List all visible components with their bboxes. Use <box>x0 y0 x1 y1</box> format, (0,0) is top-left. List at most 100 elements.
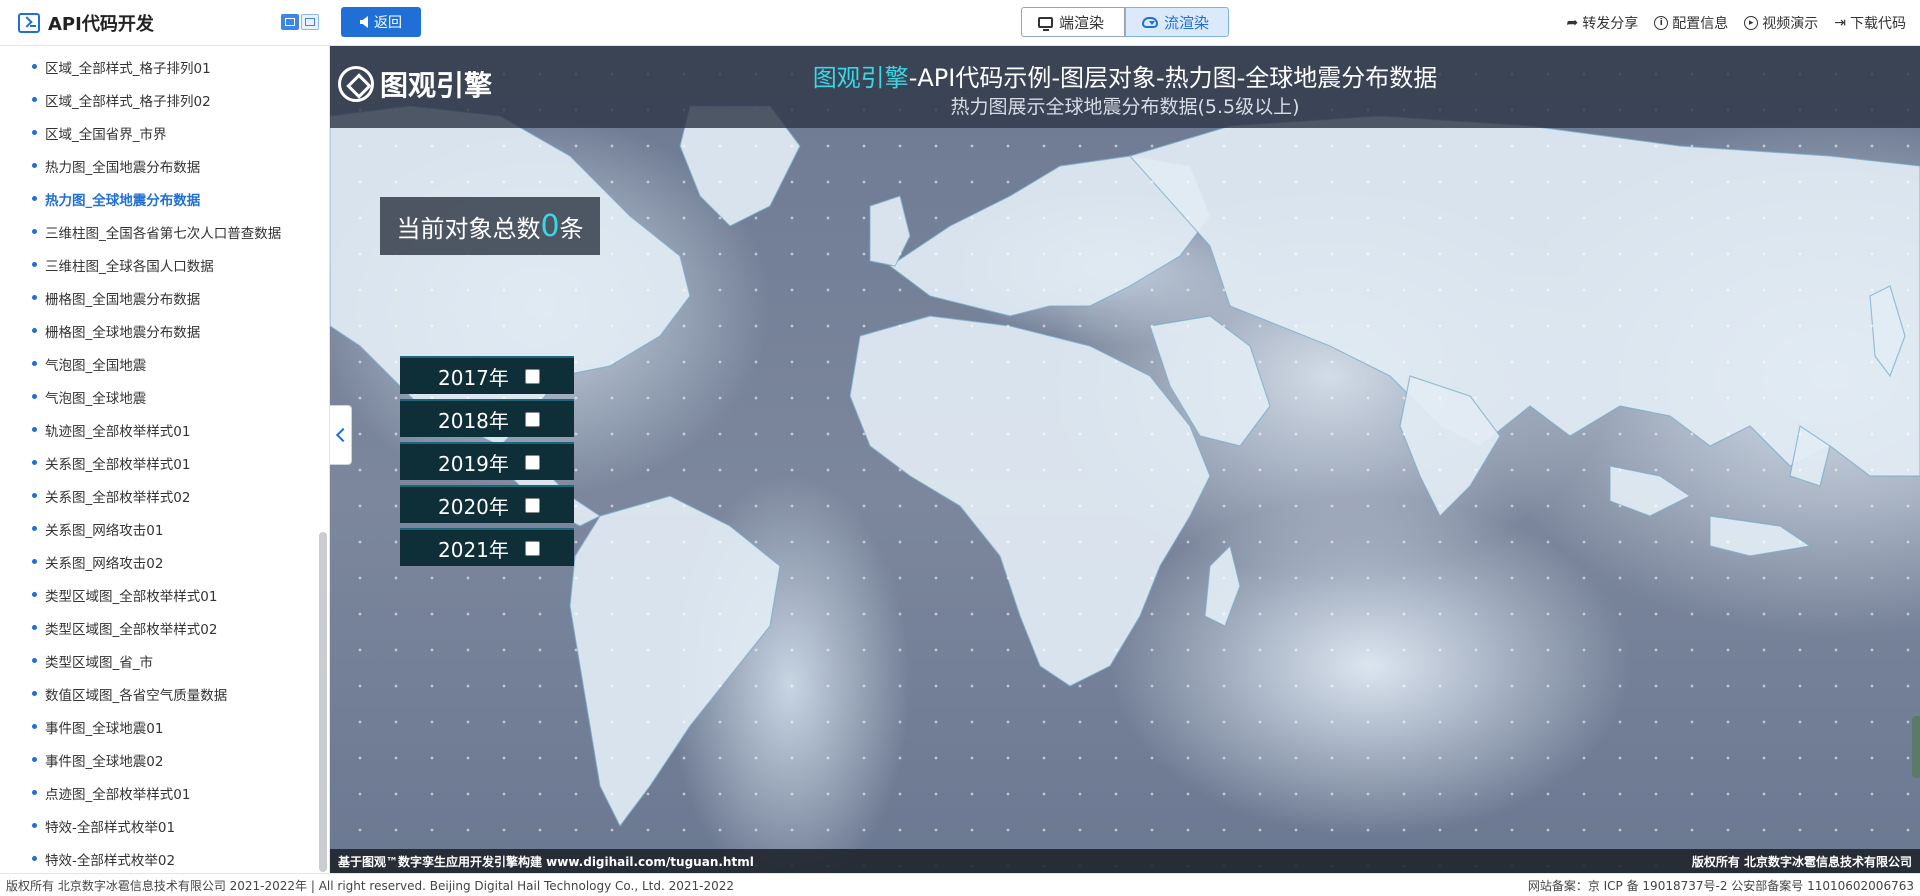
sidebar-item-label: 栅格图_全球地震分布数据 <box>45 324 201 341</box>
sidebar-item[interactable]: 类型区域图_省_市 <box>0 644 329 677</box>
share-button[interactable]: ➦ 转发分享 <box>1567 13 1639 33</box>
sidebar-item[interactable]: 类型区域图_全部枚举样式02 <box>0 611 329 644</box>
image-view-icon[interactable] <box>301 14 319 30</box>
sidebar-menu: 区域_全部样式_格子排列01 区域_全部样式_格子排列02 区域_全国省界_市界 热力… <box>0 46 329 873</box>
sidebar-item[interactable]: 栅格图_全球地震分布数据 <box>0 314 329 347</box>
sidebar-item[interactable]: 轨迹图_全部枚举样式01 <box>0 413 329 446</box>
sidebar-item-label: 气泡图_全国地震 <box>45 357 147 374</box>
sidebar-item-label: 关系图_网络攻击02 <box>45 555 164 572</box>
sidebar-item[interactable]: 热力图_全国地震分布数据 <box>0 149 329 182</box>
year-filter-item[interactable]: 2017年 <box>400 356 574 394</box>
sidebar-item[interactable]: 数值区域图_各省空气质量数据 <box>0 677 329 710</box>
grid-view-icon[interactable] <box>281 14 299 30</box>
year-checkbox[interactable] <box>524 411 540 427</box>
sidebar-item[interactable]: 三维柱图_全国各省第七次人口普查数据 <box>0 215 329 248</box>
year-filter-item[interactable]: 2018年 <box>400 399 574 437</box>
download-button[interactable]: ⇥ 下载代码 <box>1834 13 1906 33</box>
play-icon: ▸ <box>1744 16 1759 30</box>
year-checkbox[interactable] <box>524 497 540 513</box>
sidebar-item-label: 气泡图_全球地震 <box>45 390 147 407</box>
sidebar-item[interactable]: 三维柱图_全球各国人口数据 <box>0 248 329 281</box>
sidebar-item[interactable]: 事件图_全球地震01 <box>0 710 329 743</box>
header-actions: ➦ 转发分享 i 配置信息 ▸ 视频演示 ⇥ 下载代码 <box>1567 13 1906 33</box>
app-title: API代码开发 <box>48 14 154 35</box>
sidebar-item[interactable]: 关系图_全部枚举样式01 <box>0 446 329 479</box>
year-checkbox[interactable] <box>524 454 540 470</box>
sidebar-item[interactable]: 热力图_全球地震分布数据 <box>0 182 329 215</box>
sidebar-item[interactable]: 类型区域图_全部枚举样式01 <box>0 578 329 611</box>
bullet-icon <box>32 262 37 267</box>
map-viewport[interactable]: 图观引擎 图观引擎-API代码示例-图层对象-热力图-全球地震分布数据 热力图展… <box>330 46 1920 873</box>
download-icon: ⇥ <box>1834 15 1846 31</box>
year-filter-item[interactable]: 2021年 <box>400 528 574 566</box>
year-filter-item[interactable]: 2019年 <box>400 442 574 480</box>
year-label: 2018年 <box>438 408 509 433</box>
view-toggle-group <box>281 14 319 30</box>
sidebar-item[interactable]: 关系图_全部枚举样式02 <box>0 479 329 512</box>
top-bar: API代码开发 返回 端渲染 流渲染 ➦ 转发分享 i 配置信息 ▸ 视频演示 <box>0 0 1920 46</box>
sidebar-item-label: 数值区域图_各省空气质量数据 <box>45 687 228 704</box>
bullet-icon <box>32 724 37 729</box>
bullet-icon <box>32 328 37 333</box>
year-checkbox[interactable] <box>524 368 540 384</box>
bullet-icon <box>32 427 37 432</box>
sidebar-item[interactable]: 关系图_网络攻击02 <box>0 545 329 578</box>
sidebar-item[interactable]: 区域_全国省界_市界 <box>0 116 329 149</box>
bullet-icon <box>32 790 37 795</box>
sidebar-scrollbar[interactable] <box>319 532 327 872</box>
sidebar-item-label: 类型区域图_全部枚举样式02 <box>45 621 218 638</box>
sidebar-item[interactable]: 栅格图_全国地震分布数据 <box>0 281 329 314</box>
year-label: 2020年 <box>438 494 509 519</box>
sidebar-item[interactable]: 区域_全部样式_格子排列02 <box>0 83 329 116</box>
sidebar-item-label: 三维柱图_全国各省第七次人口普查数据 <box>45 225 282 242</box>
title-band: 图观引擎 图观引擎-API代码示例-图层对象-热力图-全球地震分布数据 热力图展… <box>330 46 1920 128</box>
year-checkbox[interactable] <box>524 540 540 556</box>
bullet-icon <box>32 196 37 201</box>
monitor-icon <box>1038 16 1053 31</box>
back-arrow-icon <box>360 16 368 28</box>
sidebar-item-label: 关系图_全部枚举样式02 <box>45 489 191 506</box>
sidebar: 区域_全部样式_格子排列01 区域_全部样式_格子排列02 区域_全国省界_市界 热力… <box>0 46 330 873</box>
sidebar-item[interactable]: 点迹图_全部枚举样式01 <box>0 776 329 809</box>
stream-render-button[interactable]: 流渲染 <box>1125 7 1229 37</box>
bullet-icon <box>32 526 37 531</box>
bullet-icon <box>32 823 37 828</box>
config-button[interactable]: i 配置信息 <box>1654 13 1728 33</box>
share-label: 转发分享 <box>1582 16 1639 32</box>
sidebar-item-label: 类型区域图_省_市 <box>45 654 153 671</box>
year-filter-item[interactable]: 2020年 <box>400 485 574 523</box>
local-render-button[interactable]: 端渲染 <box>1021 7 1125 37</box>
right-panel-handle[interactable] <box>1912 716 1920 778</box>
copyright-bar: 版权所有 北京数字冰雹信息技术有限公司 2021-2022年 | All rig… <box>0 873 1920 896</box>
local-render-label: 端渲染 <box>1059 13 1105 32</box>
stream-render-label: 流渲染 <box>1164 13 1210 32</box>
sidebar-item-label: 区域_全部样式_格子排列01 <box>45 60 211 77</box>
sidebar-item[interactable]: 区域_全部样式_格子排列01 <box>0 50 329 83</box>
video-button[interactable]: ▸ 视频演示 <box>1744 13 1818 33</box>
sidebar-item[interactable]: 事件图_全球地震02 <box>0 743 329 776</box>
count-suffix: 条 <box>559 214 584 243</box>
sidebar-item-label: 栅格图_全国地震分布数据 <box>45 291 201 308</box>
sidebar-item-label: 特效-全部样式枚举01 <box>45 819 176 836</box>
page-title: 图观引擎-API代码示例-图层对象-热力图-全球地震分布数据 <box>330 58 1920 93</box>
back-button-label: 返回 <box>374 15 402 31</box>
sidebar-collapse-button[interactable] <box>330 405 352 465</box>
sidebar-item-label: 类型区域图_全部枚举样式01 <box>45 588 218 605</box>
sidebar-item[interactable]: 关系图_网络攻击01 <box>0 512 329 545</box>
bullet-icon <box>32 361 37 366</box>
video-label: 视频演示 <box>1762 16 1819 32</box>
bullet-icon <box>32 493 37 498</box>
bullet-icon <box>32 229 37 234</box>
sidebar-item[interactable]: 特效-全部样式枚举02 <box>0 842 329 873</box>
year-label: 2017年 <box>438 365 509 390</box>
bullet-icon <box>32 394 37 399</box>
count-prefix: 当前对象总数 <box>396 214 541 243</box>
sidebar-item-label: 事件图_全球地震01 <box>45 720 164 737</box>
chevron-left-icon <box>335 427 350 443</box>
bullet-icon <box>32 163 37 168</box>
back-button[interactable]: 返回 <box>341 7 421 37</box>
sidebar-item[interactable]: 特效-全部样式枚举01 <box>0 809 329 842</box>
sidebar-item[interactable]: 气泡图_全国地震 <box>0 347 329 380</box>
sidebar-item[interactable]: 气泡图_全球地震 <box>0 380 329 413</box>
sidebar-item-label: 轨迹图_全部枚举样式01 <box>45 423 191 440</box>
